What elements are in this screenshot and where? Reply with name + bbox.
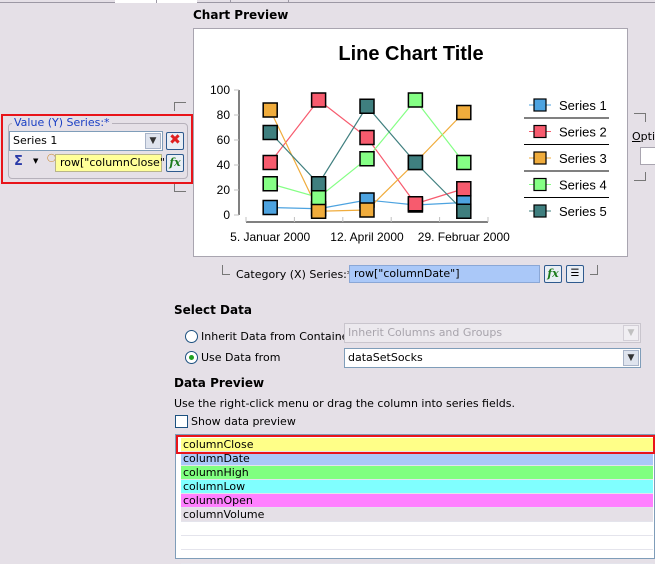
chart-title: Line Chart Title bbox=[338, 43, 483, 65]
bracket-bottom-right bbox=[634, 172, 646, 181]
column-highlight-frame bbox=[176, 435, 655, 454]
category-series-label: Category (X) Series:* bbox=[236, 268, 353, 281]
legend-marker-2 bbox=[533, 124, 547, 139]
value-expression-builder-button[interactable]: fx bbox=[166, 154, 184, 172]
series-2-marker bbox=[407, 196, 424, 212]
category-expression-builder-button[interactable]: fx bbox=[544, 265, 562, 283]
bracket-top-right bbox=[634, 113, 646, 122]
y-tick-label: 20 bbox=[217, 183, 231, 197]
series-5-marker bbox=[359, 98, 375, 114]
series-5-marker bbox=[456, 203, 472, 219]
legend-label-1: Series 1 bbox=[559, 98, 607, 113]
x-tick-label: 29. Februar 2000 bbox=[418, 230, 510, 244]
legend-marker-5 bbox=[533, 204, 547, 218]
y-tick-label: 40 bbox=[217, 158, 231, 172]
column-list-empty-row bbox=[181, 536, 653, 550]
category-grouping-button[interactable]: ☰ bbox=[566, 265, 584, 283]
x-tick-label: 12. April 2000 bbox=[330, 230, 404, 244]
series-3-marker bbox=[310, 203, 327, 219]
close-icon: ✖ bbox=[169, 132, 181, 148]
series-5-marker bbox=[262, 124, 278, 141]
column-list-empty-row bbox=[181, 522, 653, 536]
tab-separator bbox=[156, 0, 157, 3]
legend-label-2: Series 2 bbox=[559, 125, 607, 140]
y-tick-label: 0 bbox=[223, 208, 230, 222]
value-series-legend: Value (Y) Series:* bbox=[12, 116, 112, 129]
bracket-bottom-left bbox=[174, 183, 186, 192]
legend-label-5: Series 5 bbox=[559, 204, 607, 219]
series-2-marker bbox=[456, 181, 472, 197]
category-expression-field[interactable]: row["columnDate"] bbox=[349, 265, 540, 283]
fx-icon: fx bbox=[547, 267, 559, 280]
column-item-columnDate[interactable]: columnDate bbox=[181, 452, 653, 466]
value-expression-field[interactable]: row["columnClose"] bbox=[55, 154, 169, 172]
aggregate-dropdown-icon[interactable]: ▼ bbox=[33, 157, 38, 165]
series-4-marker bbox=[456, 154, 472, 171]
data-preview-hint: Use the right-click menu or drag the col… bbox=[174, 397, 516, 410]
legend-marker-4 bbox=[533, 177, 547, 192]
bracket-category-right bbox=[590, 265, 598, 275]
inherit-columns-select: Inherit Columns and Groups ▼ bbox=[344, 323, 641, 343]
series-5-marker bbox=[310, 176, 327, 192]
column-item-columnLow[interactable]: columnLow bbox=[181, 480, 653, 494]
legend-marker-3 bbox=[533, 151, 547, 165]
series-select[interactable]: Series 1 ▼ bbox=[9, 131, 163, 151]
tab-separator bbox=[230, 0, 231, 3]
optional-label: Optio bbox=[632, 130, 655, 143]
series-2-marker bbox=[359, 129, 375, 146]
series-1-marker bbox=[262, 199, 278, 216]
tab-strip bbox=[0, 0, 655, 3]
series-5-marker bbox=[407, 154, 424, 171]
column-item-columnVolume[interactable]: columnVolume bbox=[181, 508, 653, 522]
inherit-data-label: Inherit Data from Container bbox=[201, 330, 353, 343]
delete-series-button[interactable]: ✖ bbox=[166, 132, 184, 150]
chevron-down-icon[interactable]: ▼ bbox=[145, 133, 161, 149]
data-preview-title: Data Preview bbox=[174, 376, 265, 390]
x-tick-label: 5. Januar 2000 bbox=[230, 230, 310, 244]
column-item-columnHigh[interactable]: columnHigh bbox=[181, 466, 653, 480]
legend-marker-1 bbox=[533, 98, 547, 112]
y-tick-label: 80 bbox=[217, 108, 231, 122]
select-data-title: Select Data bbox=[174, 303, 252, 317]
column-list-empty-row bbox=[181, 550, 653, 564]
inherit-data-radio[interactable] bbox=[185, 330, 198, 343]
line-chart: Line Chart Title 0 20 40 60 80 100 5. Januar 20… bbox=[210, 43, 609, 244]
tab-separator bbox=[288, 0, 289, 3]
show-data-preview-label: Show data preview bbox=[191, 415, 296, 428]
series-line-4 bbox=[270, 99, 465, 199]
series-3-marker bbox=[262, 102, 278, 118]
chevron-down-icon: ▼ bbox=[623, 325, 639, 341]
dataset-select[interactable]: dataSetSocks ▼ bbox=[344, 348, 641, 368]
chart-preview: Line Chart Title 0 20 40 60 80 100 5. Januar 20… bbox=[193, 28, 628, 257]
column-item-columnOpen[interactable]: columnOpen bbox=[181, 494, 653, 508]
use-data-radio[interactable] bbox=[185, 351, 198, 364]
series-4-marker bbox=[310, 189, 327, 206]
bracket-category-left bbox=[222, 265, 230, 275]
inherit-columns-value: Inherit Columns and Groups bbox=[348, 326, 503, 339]
series-4-marker bbox=[359, 151, 375, 167]
use-data-label: Use Data from bbox=[201, 351, 281, 364]
legend-label-4: Series 4 bbox=[559, 178, 607, 193]
chevron-down-icon[interactable]: ▼ bbox=[623, 350, 639, 366]
series-select-value: Series 1 bbox=[13, 134, 58, 147]
series-2-marker bbox=[262, 154, 278, 171]
fx-icon: fx bbox=[169, 156, 181, 169]
list-dropdown-icon: ☰ bbox=[570, 268, 580, 279]
legend-label-3: Series 3 bbox=[559, 151, 607, 166]
series-4-marker bbox=[407, 92, 424, 108]
series-3-marker bbox=[359, 202, 375, 218]
series-4-marker bbox=[262, 176, 278, 192]
optional-field[interactable] bbox=[640, 147, 655, 165]
series-3-marker bbox=[456, 104, 472, 121]
y-tick-label: 100 bbox=[210, 83, 230, 97]
radio-selected-dot bbox=[189, 355, 194, 360]
y-tick-label: 60 bbox=[217, 133, 231, 147]
sigma-icon[interactable]: Σ bbox=[14, 154, 23, 169]
series-2-marker bbox=[310, 92, 327, 108]
bracket-top-left bbox=[174, 102, 186, 111]
show-data-preview-checkbox[interactable] bbox=[175, 415, 188, 428]
chart-preview-title: Chart Preview bbox=[193, 8, 289, 22]
dataset-select-value: dataSetSocks bbox=[348, 351, 423, 364]
